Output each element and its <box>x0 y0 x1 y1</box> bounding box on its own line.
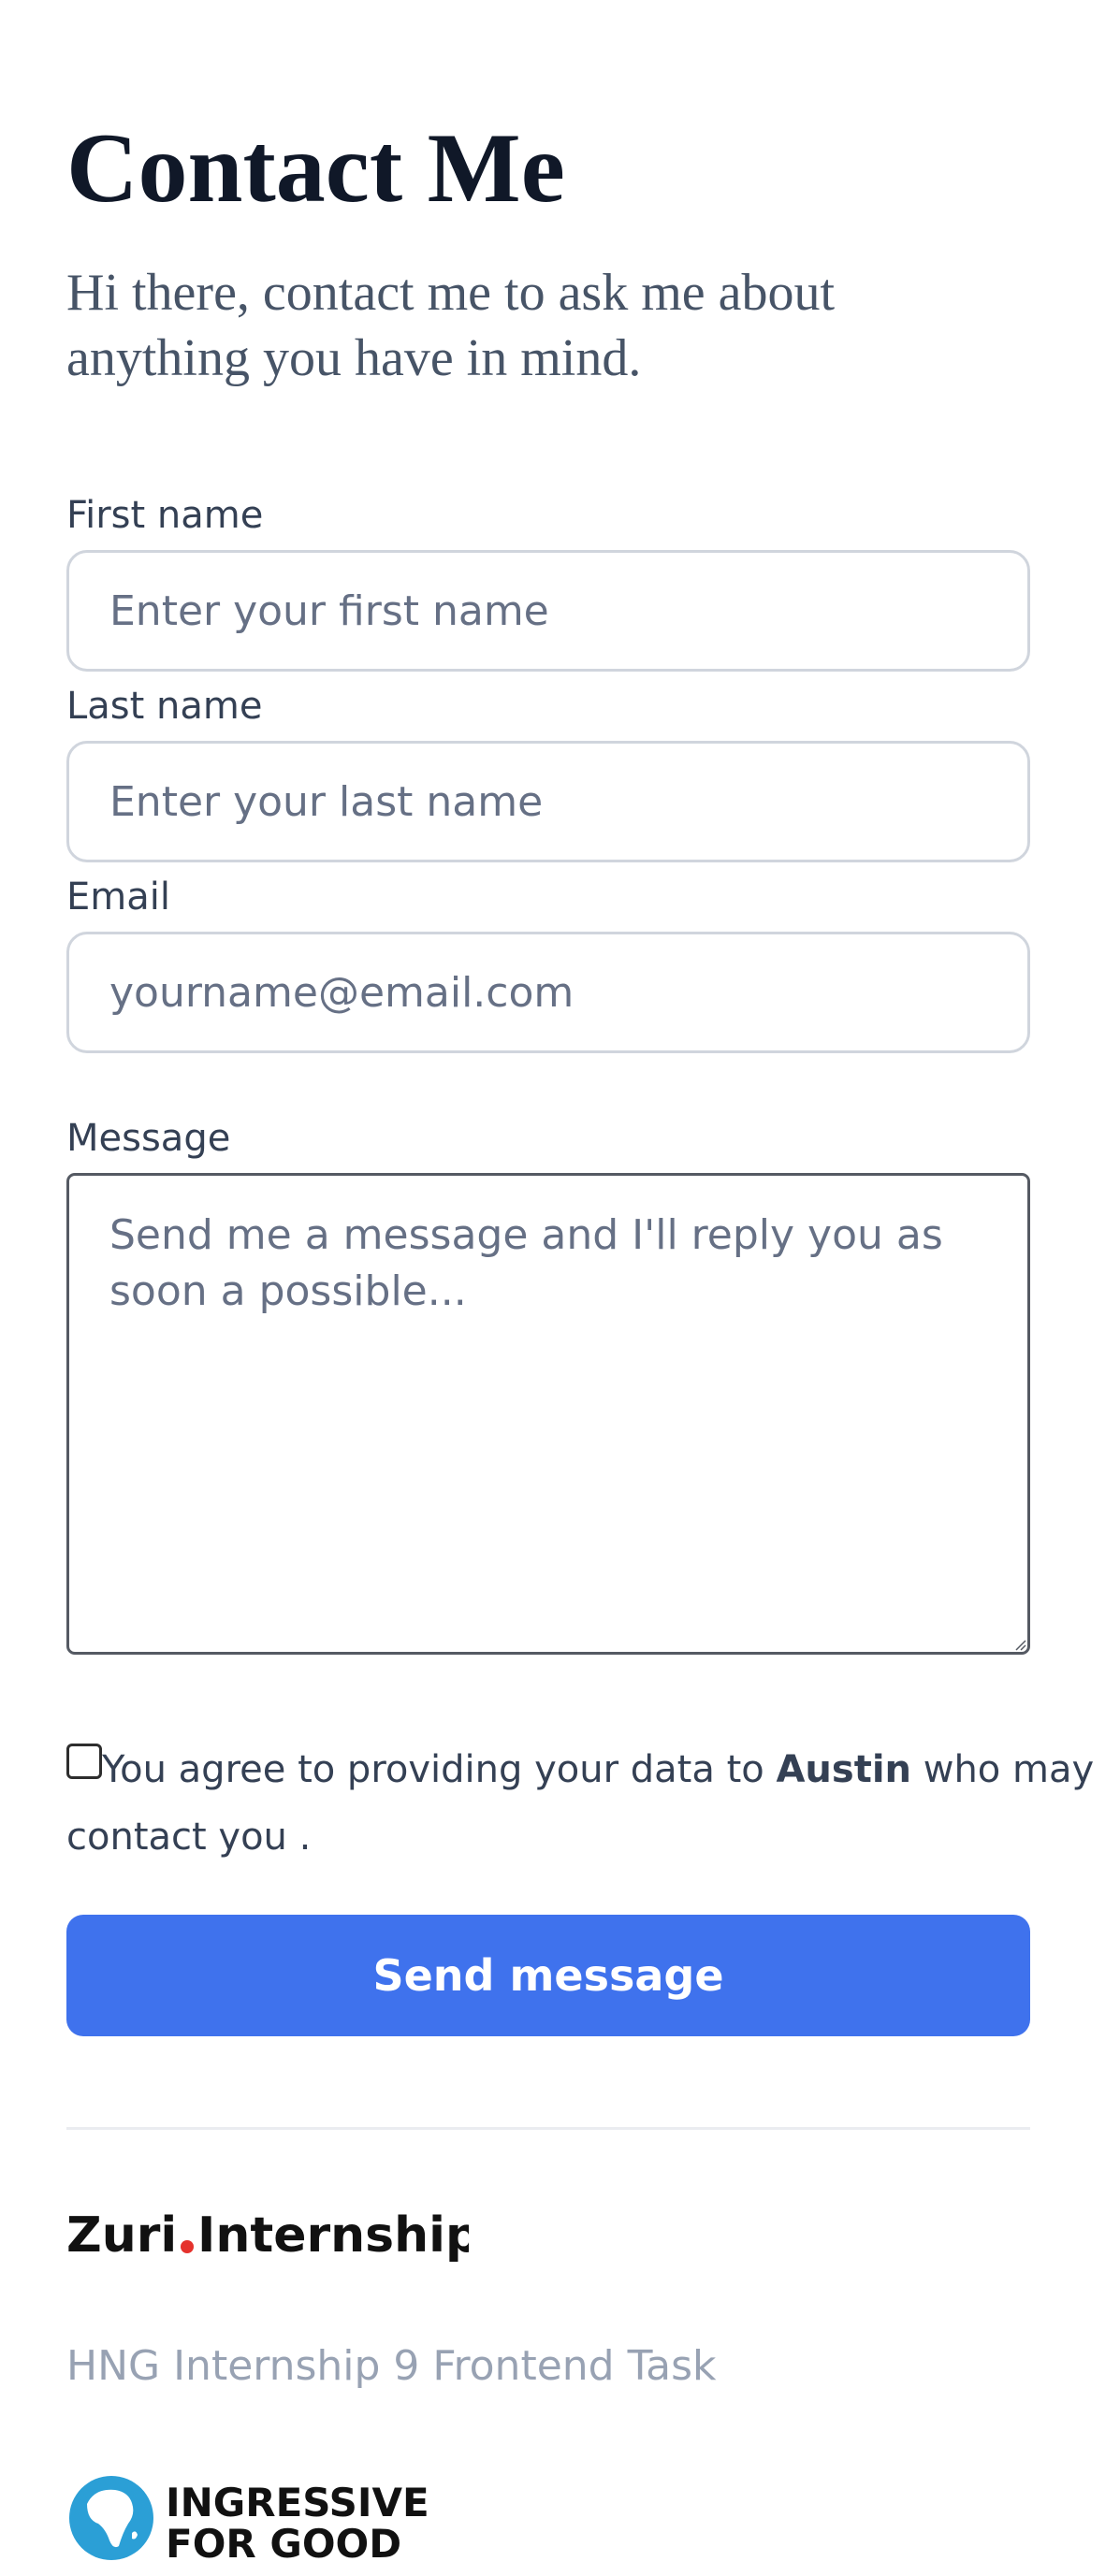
message-label: Message <box>66 1117 231 1160</box>
last-name-input[interactable] <box>66 741 1030 862</box>
ingressive-for-good-logo: INGRESSIVE FOR GOOD <box>69 2476 429 2565</box>
email-label: Email <box>66 876 170 919</box>
footer-task-text: HNG Internship 9 Frontend Task <box>66 2342 717 2390</box>
message-textarea[interactable] <box>66 1173 1030 1655</box>
consent-row: You agree to providing your data to Aust… <box>66 1736 1114 1871</box>
resize-grip-icon[interactable] <box>1015 1640 1026 1651</box>
email-input[interactable] <box>66 932 1030 1053</box>
consent-name: Austin <box>776 1748 912 1791</box>
consent-checkbox[interactable] <box>66 1744 102 1779</box>
page-subtitle: Hi there, contact me to ask me about any… <box>66 264 836 387</box>
svg-text:Internship: Internship <box>197 2207 469 2264</box>
zuri-internship-logo: Zuri Internship <box>66 2207 469 2264</box>
first-name-label: First name <box>66 494 264 537</box>
page-title: Contact Me <box>66 113 565 223</box>
svg-text:INGRESSIVE: INGRESSIVE <box>166 2480 429 2525</box>
consent-text-before: You agree to providing your data to <box>102 1748 777 1791</box>
svg-text:FOR GOOD: FOR GOOD <box>166 2521 401 2565</box>
africa-globe-icon <box>69 2476 153 2560</box>
send-message-button[interactable]: Send message <box>66 1915 1030 2036</box>
first-name-input[interactable] <box>66 550 1030 672</box>
last-name-label: Last name <box>66 685 263 728</box>
svg-text:Zuri: Zuri <box>66 2207 177 2264</box>
footer-divider <box>66 2127 1030 2130</box>
